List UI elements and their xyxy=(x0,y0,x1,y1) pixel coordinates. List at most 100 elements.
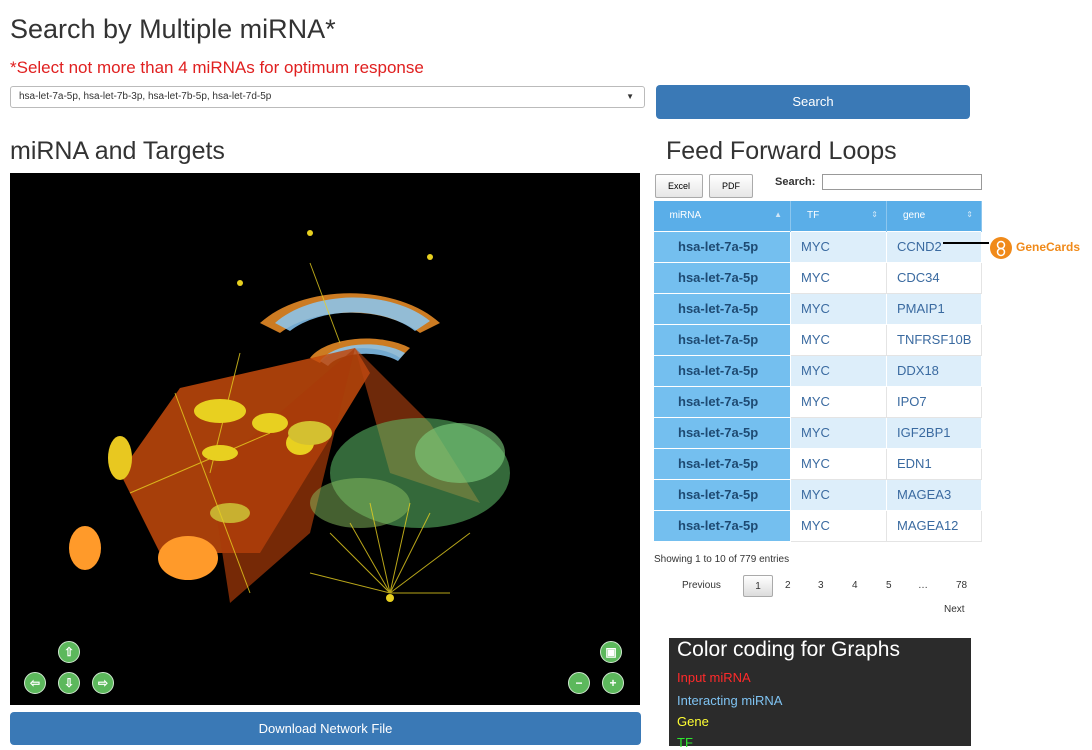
network-title: miRNA and Targets xyxy=(10,137,225,165)
table-search-label: Search: xyxy=(775,176,816,188)
svg-text:GeneCards: GeneCards xyxy=(1016,240,1080,254)
legend-item-input-mirna: Input miRNA xyxy=(677,670,751,685)
sort-icon: ⇕ xyxy=(871,210,878,219)
cell-tf: MYC xyxy=(790,478,887,511)
column-header-gene[interactable]: gene ⇕ xyxy=(886,201,982,231)
export-excel-button[interactable]: Excel xyxy=(655,174,703,198)
pagination-page-4[interactable]: 4 xyxy=(852,575,858,597)
table-row[interactable]: hsa-let-7a-5p MYC IPO7 xyxy=(653,385,982,418)
pagination-page-1[interactable]: 1 xyxy=(743,575,773,597)
pan-right-button[interactable]: ⇨ xyxy=(92,672,114,694)
pagination-ellipsis: … xyxy=(918,580,928,591)
cell-tf: MYC xyxy=(790,509,887,542)
cell-mirna: hsa-let-7a-5p xyxy=(653,447,791,480)
node-cluster xyxy=(288,421,332,445)
node-cluster xyxy=(158,536,218,580)
cell-tf: MYC xyxy=(790,385,887,418)
download-network-button[interactable]: Download Network File xyxy=(10,712,641,745)
cell-tf: MYC xyxy=(790,261,887,294)
chevron-down-icon: ▼ xyxy=(626,92,634,101)
pagination-next[interactable]: Next xyxy=(944,599,965,621)
pan-down-button[interactable]: ⇩ xyxy=(58,672,80,694)
ffl-title: Feed Forward Loops xyxy=(666,137,897,165)
network-node xyxy=(237,280,243,286)
table-row[interactable]: hsa-let-7a-5p MYC MAGEA12 xyxy=(653,509,982,542)
zoom-in-button[interactable]: + xyxy=(602,672,624,694)
cell-gene[interactable]: CDC34 xyxy=(886,261,982,294)
cell-mirna: hsa-let-7a-5p xyxy=(653,354,791,387)
cell-tf: MYC xyxy=(790,323,887,356)
search-button[interactable]: Search xyxy=(656,85,970,119)
network-node xyxy=(386,594,394,602)
cell-gene[interactable]: PMAIP1 xyxy=(886,292,982,325)
cell-mirna: hsa-let-7a-5p xyxy=(653,509,791,542)
pagination-previous[interactable]: Previous xyxy=(682,575,721,597)
genecards-logo[interactable]: GeneCards xyxy=(988,235,1092,261)
cell-mirna: hsa-let-7a-5p xyxy=(653,292,791,325)
node-cluster xyxy=(252,413,288,433)
cell-gene[interactable]: IGF2BP1 xyxy=(886,416,982,449)
table-header-row: miRNA ▲ TF ⇕ gene ⇕ xyxy=(653,201,982,231)
table-row[interactable]: hsa-let-7a-5p MYC CDC34 xyxy=(653,261,982,294)
cell-tf: MYC xyxy=(790,292,887,325)
table-row[interactable]: hsa-let-7a-5p MYC PMAIP1 xyxy=(653,292,982,325)
column-header-mirna[interactable]: miRNA ▲ xyxy=(653,201,791,231)
cell-gene[interactable]: DDX18 xyxy=(886,354,982,387)
cell-gene[interactable]: CCND2 xyxy=(886,230,982,263)
cell-gene[interactable]: EDN1 xyxy=(886,447,982,480)
table-search-input[interactable] xyxy=(822,174,982,190)
cell-mirna: hsa-let-7a-5p xyxy=(653,416,791,449)
cell-gene[interactable]: MAGEA12 xyxy=(886,509,982,542)
mirna-select[interactable]: hsa-let-7a-5p, hsa-let-7b-3p, hsa-let-7b… xyxy=(10,86,645,108)
legend-item-interacting-mirna: Interacting miRNA xyxy=(677,693,783,708)
column-header-tf[interactable]: TF ⇕ xyxy=(790,201,887,231)
cell-mirna: hsa-let-7a-5p xyxy=(653,323,791,356)
cell-mirna: hsa-let-7a-5p xyxy=(653,478,791,511)
page-title: Search by Multiple miRNA* xyxy=(10,14,336,44)
cell-gene[interactable]: IPO7 xyxy=(886,385,982,418)
zoom-out-button[interactable]: − xyxy=(568,672,590,694)
export-pdf-button[interactable]: PDF xyxy=(709,174,753,198)
cell-mirna: hsa-let-7a-5p xyxy=(653,385,791,418)
node-cluster xyxy=(194,399,246,423)
table-row[interactable]: hsa-let-7a-5p MYC MAGEA3 xyxy=(653,478,982,511)
node-cluster xyxy=(210,503,250,523)
color-legend: Color coding for Graphs Input miRNA Inte… xyxy=(669,638,971,750)
legend-item-tf: TF xyxy=(677,735,693,750)
sort-asc-icon: ▲ xyxy=(774,210,782,219)
network-graph[interactable]: ⇧ ⇦ ⇩ ⇨ ▣ − + xyxy=(10,173,640,705)
cell-tf: MYC xyxy=(790,447,887,480)
cell-gene[interactable]: MAGEA3 xyxy=(886,478,982,511)
legend-title: Color coding for Graphs xyxy=(677,638,900,661)
pagination-page-2[interactable]: 2 xyxy=(785,575,791,597)
node-cluster xyxy=(108,436,132,480)
cell-tf: MYC xyxy=(790,230,887,263)
mirna-limit-warning: *Select not more than 4 miRNAs for optim… xyxy=(10,58,424,77)
node-cluster xyxy=(415,423,505,483)
pan-up-button[interactable]: ⇧ xyxy=(58,641,80,663)
ffl-table: miRNA ▲ TF ⇕ gene ⇕ hsa-let-7a-5p MYC CCND2 hs… xyxy=(653,201,982,542)
cell-gene[interactable]: TNFRSF10B xyxy=(886,323,982,356)
pagination-page-3[interactable]: 3 xyxy=(818,575,824,597)
table-row[interactable]: hsa-let-7a-5p MYC EDN1 xyxy=(653,447,982,480)
network-node xyxy=(427,254,433,260)
table-info: Showing 1 to 10 of 779 entries xyxy=(654,554,790,565)
fit-view-button[interactable]: ▣ xyxy=(600,641,622,663)
mirna-select-value: hsa-let-7a-5p, hsa-let-7b-3p, hsa-let-7b… xyxy=(19,91,272,102)
pan-left-button[interactable]: ⇦ xyxy=(24,672,46,694)
genecards-arrow xyxy=(943,242,989,244)
table-row[interactable]: hsa-let-7a-5p MYC IGF2BP1 xyxy=(653,416,982,449)
legend-item-gene: Gene xyxy=(677,714,709,729)
network-canvas[interactable] xyxy=(10,173,640,705)
pagination-page-5[interactable]: 5 xyxy=(886,575,892,597)
table-row[interactable]: hsa-let-7a-5p MYC DDX18 xyxy=(653,354,982,387)
pagination-page-78[interactable]: 78 xyxy=(956,575,967,597)
sort-icon: ⇕ xyxy=(966,210,973,219)
node-cluster xyxy=(310,478,410,528)
cell-tf: MYC xyxy=(790,354,887,387)
table-row[interactable]: hsa-let-7a-5p MYC TNFRSF10B xyxy=(653,323,982,356)
network-node xyxy=(307,230,313,236)
cell-mirna: hsa-let-7a-5p xyxy=(653,261,791,294)
cell-tf: MYC xyxy=(790,416,887,449)
table-row[interactable]: hsa-let-7a-5p MYC CCND2 xyxy=(653,230,982,263)
